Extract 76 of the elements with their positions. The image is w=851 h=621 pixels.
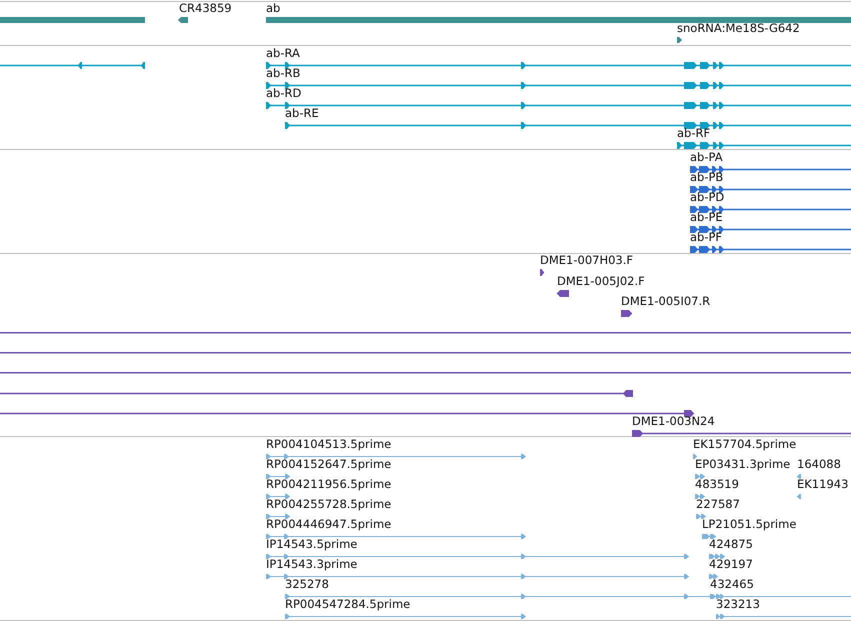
feature-label: RP004547284.5prime	[285, 598, 410, 611]
est-glyph[interactable]	[702, 534, 716, 538]
est-glyph[interactable]	[266, 554, 689, 558]
est-glyph[interactable]	[266, 534, 525, 538]
clone-glyph[interactable]	[540, 268, 544, 276]
feature-label: IP14543.5prime	[266, 538, 358, 551]
feature-label: DME1-005I07.R	[621, 295, 710, 308]
transcript-glyph[interactable]	[690, 166, 851, 172]
feature-label: ab-RF	[677, 127, 710, 140]
transcript-glyph[interactable]	[690, 206, 851, 212]
est-glyph[interactable]	[285, 614, 525, 618]
feature-label: 323213	[716, 598, 760, 611]
clone-glyph[interactable]	[557, 290, 569, 296]
transcript-glyph[interactable]	[266, 62, 851, 68]
transcript-glyph[interactable]	[677, 142, 851, 148]
feature-label: 227587	[696, 498, 740, 511]
feature-label: 164088	[797, 458, 841, 471]
est-glyph[interactable]	[696, 514, 706, 518]
feature-label: ab-PB	[690, 171, 724, 184]
clone-glyph[interactable]	[0, 390, 633, 396]
transcript-glyph[interactable]	[266, 102, 851, 108]
feature-label: 424875	[709, 538, 753, 551]
feature-label: DME1-003N24	[632, 415, 715, 428]
feature-label: 325278	[285, 578, 329, 591]
feature-label: RP004211956.5prime	[266, 478, 392, 491]
est-glyph[interactable]	[710, 594, 724, 598]
feature-label: snoRNA:Me18S-G642	[677, 22, 800, 35]
transcript-glyph[interactable]	[690, 246, 851, 252]
est-glyph[interactable]	[693, 454, 697, 458]
feature-label: EK11943	[797, 478, 848, 491]
est-glyph[interactable]	[266, 514, 290, 518]
feature-label: ab	[266, 2, 280, 15]
transcript-glyph[interactable]	[690, 226, 851, 232]
feature-label: ab-PE	[690, 211, 723, 224]
gene-glyph[interactable]	[178, 17, 188, 23]
clone-glyph[interactable]	[632, 430, 851, 436]
feature-label: 483519	[695, 478, 739, 491]
feature-label: 432465	[710, 578, 754, 591]
feature-label: ab-RA	[266, 47, 300, 60]
est-glyph[interactable]	[695, 494, 705, 498]
est-glyph[interactable]	[695, 474, 705, 478]
feature-label: ab-RD	[266, 87, 302, 100]
est-glyph[interactable]	[266, 494, 290, 498]
clone-glyph[interactable]	[621, 310, 632, 316]
feature-label: EK157704.5prime	[693, 438, 796, 451]
est-glyph[interactable]	[709, 574, 718, 578]
feature-label: RP004255728.5prime	[266, 498, 392, 511]
est-glyph[interactable]	[266, 454, 525, 458]
est-glyph[interactable]	[266, 574, 689, 578]
est-glyph[interactable]	[716, 614, 851, 618]
feature-label: DME1-007H03.F	[540, 254, 634, 267]
feature-label: 429197	[709, 558, 753, 571]
feature-label: ab-PD	[690, 191, 724, 204]
transcript-glyph[interactable]	[690, 186, 851, 192]
est-glyph[interactable]	[285, 594, 851, 598]
feature-label: RP004104513.5prime	[266, 438, 392, 451]
feature-label: LP21051.5prime	[702, 518, 796, 531]
transcript-glyph[interactable]	[266, 82, 851, 88]
feature-label: CR43859	[179, 2, 232, 15]
feature-label: DME1-005J02.F	[557, 275, 645, 288]
est-glyph[interactable]	[709, 554, 725, 558]
gene-glyph[interactable]	[677, 37, 682, 43]
feature-label: ab-PA	[690, 151, 723, 164]
transcript-glyph[interactable]	[0, 62, 145, 68]
est-glyph[interactable]	[266, 474, 290, 478]
feature-label: ab-RB	[266, 67, 300, 80]
feature-label: ab-RE	[285, 107, 319, 120]
feature-label: ab-PF	[690, 231, 722, 244]
feature-label: RP004446947.5prime	[266, 518, 392, 531]
transcript-glyph[interactable]	[285, 122, 851, 128]
feature-label: IP14543.3prime	[266, 558, 358, 571]
est-glyph[interactable]	[797, 474, 801, 478]
clone-glyph[interactable]	[0, 410, 694, 416]
est-glyph[interactable]	[797, 494, 801, 498]
feature-label: EP03431.3prime	[695, 458, 790, 471]
feature-label: RP004152647.5prime	[266, 458, 392, 471]
